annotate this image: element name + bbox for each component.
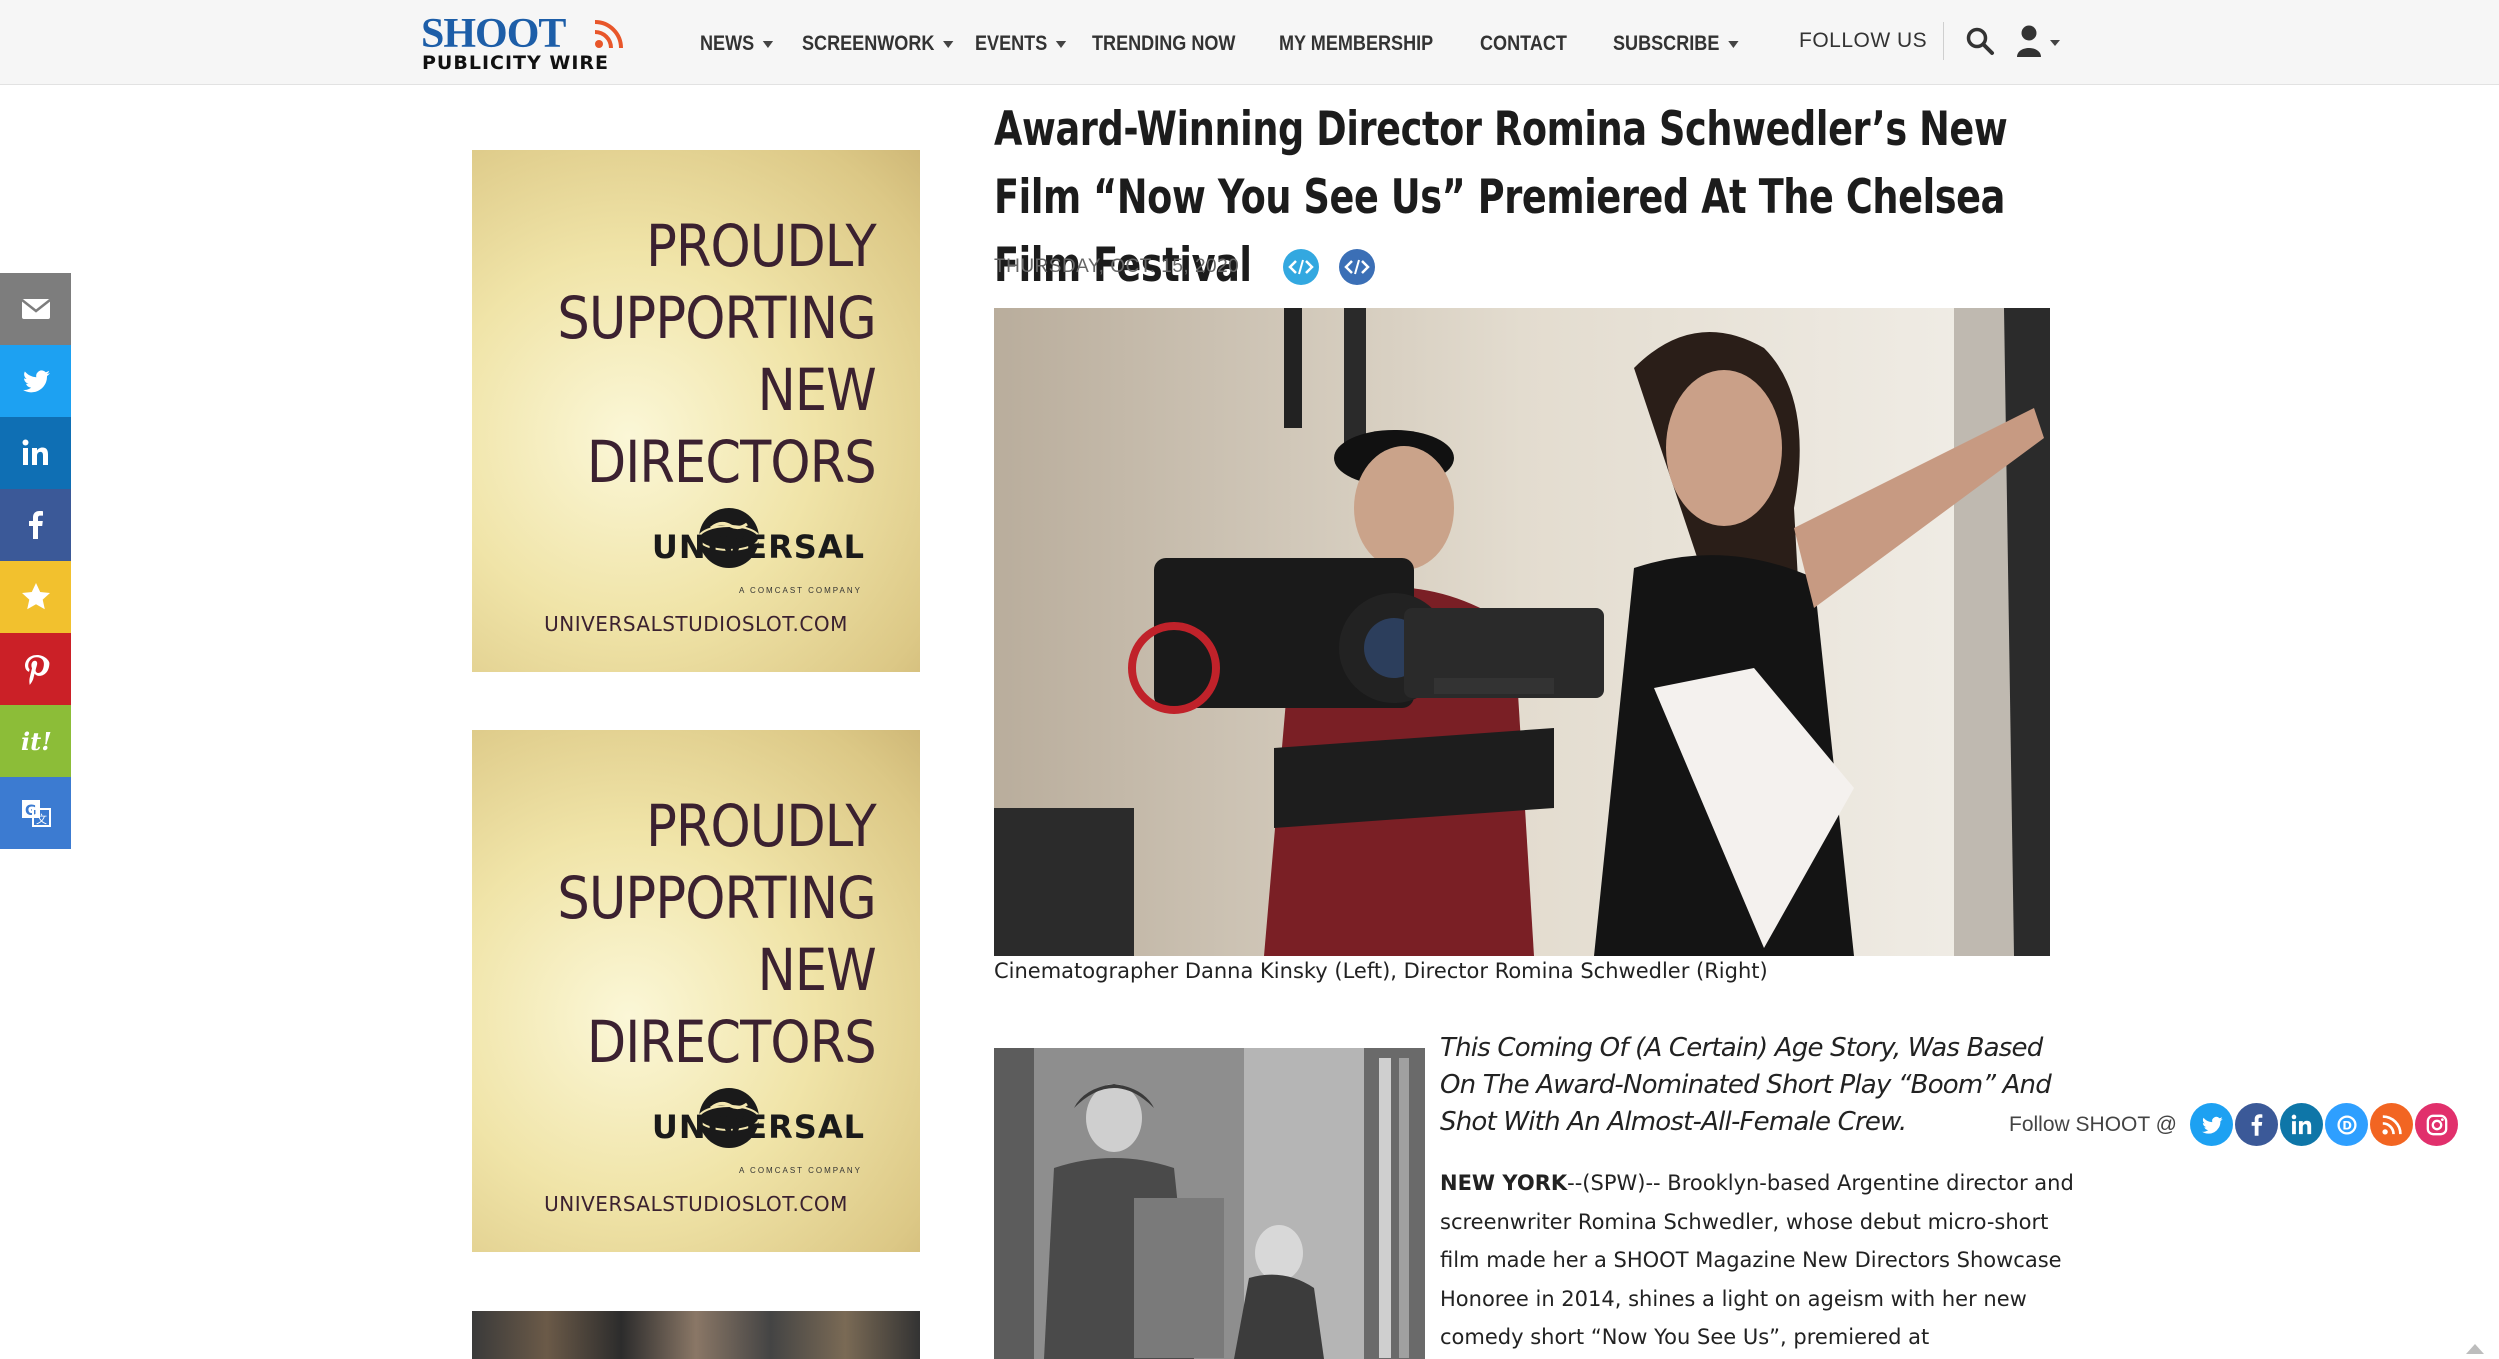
- ad-tagline-line: SUPPORTING: [557, 864, 877, 932]
- share-twitter-button[interactable]: [0, 345, 71, 417]
- dateline-suffix: --(SPW)--: [1567, 1171, 1661, 1195]
- hero-photo[interactable]: [994, 308, 2050, 956]
- scroll-to-top-icon[interactable]: [2466, 1344, 2484, 1354]
- user-account-icon[interactable]: [2016, 24, 2062, 58]
- nav-news-label: NEWS: [700, 32, 755, 55]
- logo-text-shoot: SHOOT: [421, 11, 566, 57]
- shoot-publicity-wire-logo[interactable]: SHOOT PUBLICITY WIRE: [421, 11, 641, 74]
- share-email-button[interactable]: [0, 273, 71, 345]
- ad-tagline-line: DIRECTORS: [586, 1008, 877, 1076]
- ad-tagline: PROUDLY SUPPORTING NEW DIRECTORS: [557, 210, 877, 498]
- universal-ad-banner[interactable]: PROUDLY SUPPORTING NEW DIRECTORS UNIVERS…: [472, 730, 920, 1252]
- article-body-text: Brooklyn-based Argentine director and sc…: [1440, 1171, 2074, 1349]
- nav-screenwork[interactable]: SCREENWORK: [802, 28, 954, 60]
- nav-trending-now-label: TRENDING NOW: [1092, 32, 1236, 55]
- logo-text-publicity-wire: PUBLICITY WIRE: [422, 52, 609, 74]
- nav-my-membership-label: MY MEMBERSHIP: [1279, 32, 1434, 55]
- follow-disqus-button[interactable]: D: [2325, 1103, 2368, 1146]
- ad-tagline-line: SUPPORTING: [557, 284, 877, 352]
- code-embed-icon: [1344, 259, 1370, 275]
- follow-us-link[interactable]: FOLLOW US: [1799, 26, 1927, 56]
- share-pinterest-button[interactable]: [0, 633, 71, 705]
- facebook-icon: [28, 511, 43, 539]
- google-translate-icon: G文: [21, 800, 51, 827]
- follow-linkedin-button[interactable]: [2280, 1103, 2323, 1146]
- twitter-icon: [22, 370, 50, 393]
- share-rail: it! G文: [0, 273, 71, 849]
- twitter-icon: [2201, 1116, 2223, 1134]
- nav-events[interactable]: EVENTS: [975, 28, 1067, 60]
- search-icon[interactable]: [1965, 26, 1995, 56]
- article-body: NEW YORK--(SPW)-- Brooklyn-based Argenti…: [1440, 1164, 2090, 1357]
- linkedin-icon: [22, 439, 48, 465]
- disqus-icon: D: [2336, 1114, 2357, 1135]
- nav-screenwork-label: SCREENWORK: [802, 32, 935, 55]
- ad-tagline-line: NEW: [757, 356, 877, 424]
- ad-brand: UNIVERSAL: [651, 1108, 865, 1146]
- nav-subscribe-label: SUBSCRIBE: [1613, 32, 1720, 55]
- translate-button[interactable]: G文: [0, 777, 71, 849]
- embed-code-button[interactable]: [1283, 249, 1319, 285]
- ad-url: UNIVERSALSTUDIOSLOT.COM: [544, 612, 848, 636]
- linkedin-icon: [2291, 1114, 2311, 1134]
- chevron-down-icon: [1727, 40, 1739, 48]
- follow-shoot-icons: D: [2190, 1103, 2458, 1146]
- black-and-white-still-photo[interactable]: [994, 1048, 1425, 1359]
- nav-trending-now[interactable]: TRENDING NOW: [1092, 28, 1235, 60]
- nav-contact[interactable]: CONTACT: [1480, 28, 1567, 60]
- ad-brand-sub: A COMCAST COMPANY: [738, 1166, 862, 1175]
- follow-twitter-button[interactable]: [2190, 1103, 2233, 1146]
- ad-tagline-line: PROUDLY: [646, 792, 877, 860]
- code-embed-icon: [1288, 259, 1314, 275]
- nav-subscribe[interactable]: SUBSCRIBE: [1613, 28, 1739, 60]
- rss-icon: [2381, 1114, 2402, 1135]
- pinterest-icon: [24, 655, 49, 685]
- star-icon: [21, 583, 50, 610]
- chevron-down-icon: [943, 40, 954, 48]
- share-scoopit-button[interactable]: it!: [0, 705, 71, 777]
- svg-text:D: D: [2342, 1118, 2352, 1132]
- svg-text:文: 文: [36, 812, 47, 826]
- svg-text:G: G: [25, 803, 37, 819]
- ad-brand: UNIVERSAL: [651, 528, 865, 566]
- dateline: NEW YORK: [1440, 1171, 1568, 1195]
- article-lede: This Coming Of (A Certain) Age Story, Wa…: [1440, 1033, 2052, 1137]
- share-linkedin-button[interactable]: [0, 417, 71, 489]
- follow-instagram-button[interactable]: [2415, 1103, 2458, 1146]
- email-icon: [20, 299, 51, 319]
- nav-divider: [1943, 22, 1944, 60]
- instagram-icon: [2426, 1114, 2447, 1135]
- broadcast-waves-icon: [594, 20, 623, 49]
- follow-facebook-button[interactable]: [2235, 1103, 2278, 1146]
- scoopit-icon: it!: [21, 727, 52, 756]
- bw-photo-illustration: [994, 1048, 1425, 1359]
- chevron-down-icon: [1055, 40, 1067, 48]
- nav-news[interactable]: NEWS: [700, 28, 774, 60]
- ad-tagline-line: PROUDLY: [646, 212, 877, 280]
- ad-tagline-line: NEW: [757, 936, 877, 1004]
- follow-shoot-label: Follow SHOOT @: [2009, 1113, 2177, 1136]
- ad-tagline: PROUDLY SUPPORTING NEW DIRECTORS: [557, 790, 877, 1078]
- embed-code-button[interactable]: [1339, 249, 1375, 285]
- chevron-down-icon: [762, 40, 774, 48]
- photo-collage-ad[interactable]: [472, 1311, 920, 1359]
- ad-url: UNIVERSALSTUDIOSLOT.COM: [544, 1192, 848, 1216]
- ad-tagline-line: DIRECTORS: [586, 428, 877, 496]
- svg-text:it!: it!: [21, 727, 52, 756]
- ad-brand-sub: A COMCAST COMPANY: [738, 586, 862, 595]
- top-navigation-bar: SHOOT PUBLICITY WIRE NEWS SCREENWORK EVE…: [0, 0, 2499, 85]
- hero-photo-illustration: [994, 308, 2050, 956]
- follow-rss-button[interactable]: [2370, 1103, 2413, 1146]
- facebook-icon: [2251, 1113, 2262, 1136]
- nav-my-membership[interactable]: MY MEMBERSHIP: [1279, 28, 1433, 60]
- share-facebook-button[interactable]: [0, 489, 71, 561]
- article-date: THURSDAY, OCT. 15, 2020: [994, 256, 1240, 277]
- nav-events-label: EVENTS: [975, 32, 1048, 55]
- universal-ad-banner[interactable]: PROUDLY SUPPORTING NEW DIRECTORS UNIVERS…: [472, 150, 920, 672]
- hero-caption: Cinematographer Danna Kinsky (Left), Dir…: [994, 959, 1768, 983]
- nav-contact-label: CONTACT: [1480, 32, 1567, 55]
- favorite-button[interactable]: [0, 561, 71, 633]
